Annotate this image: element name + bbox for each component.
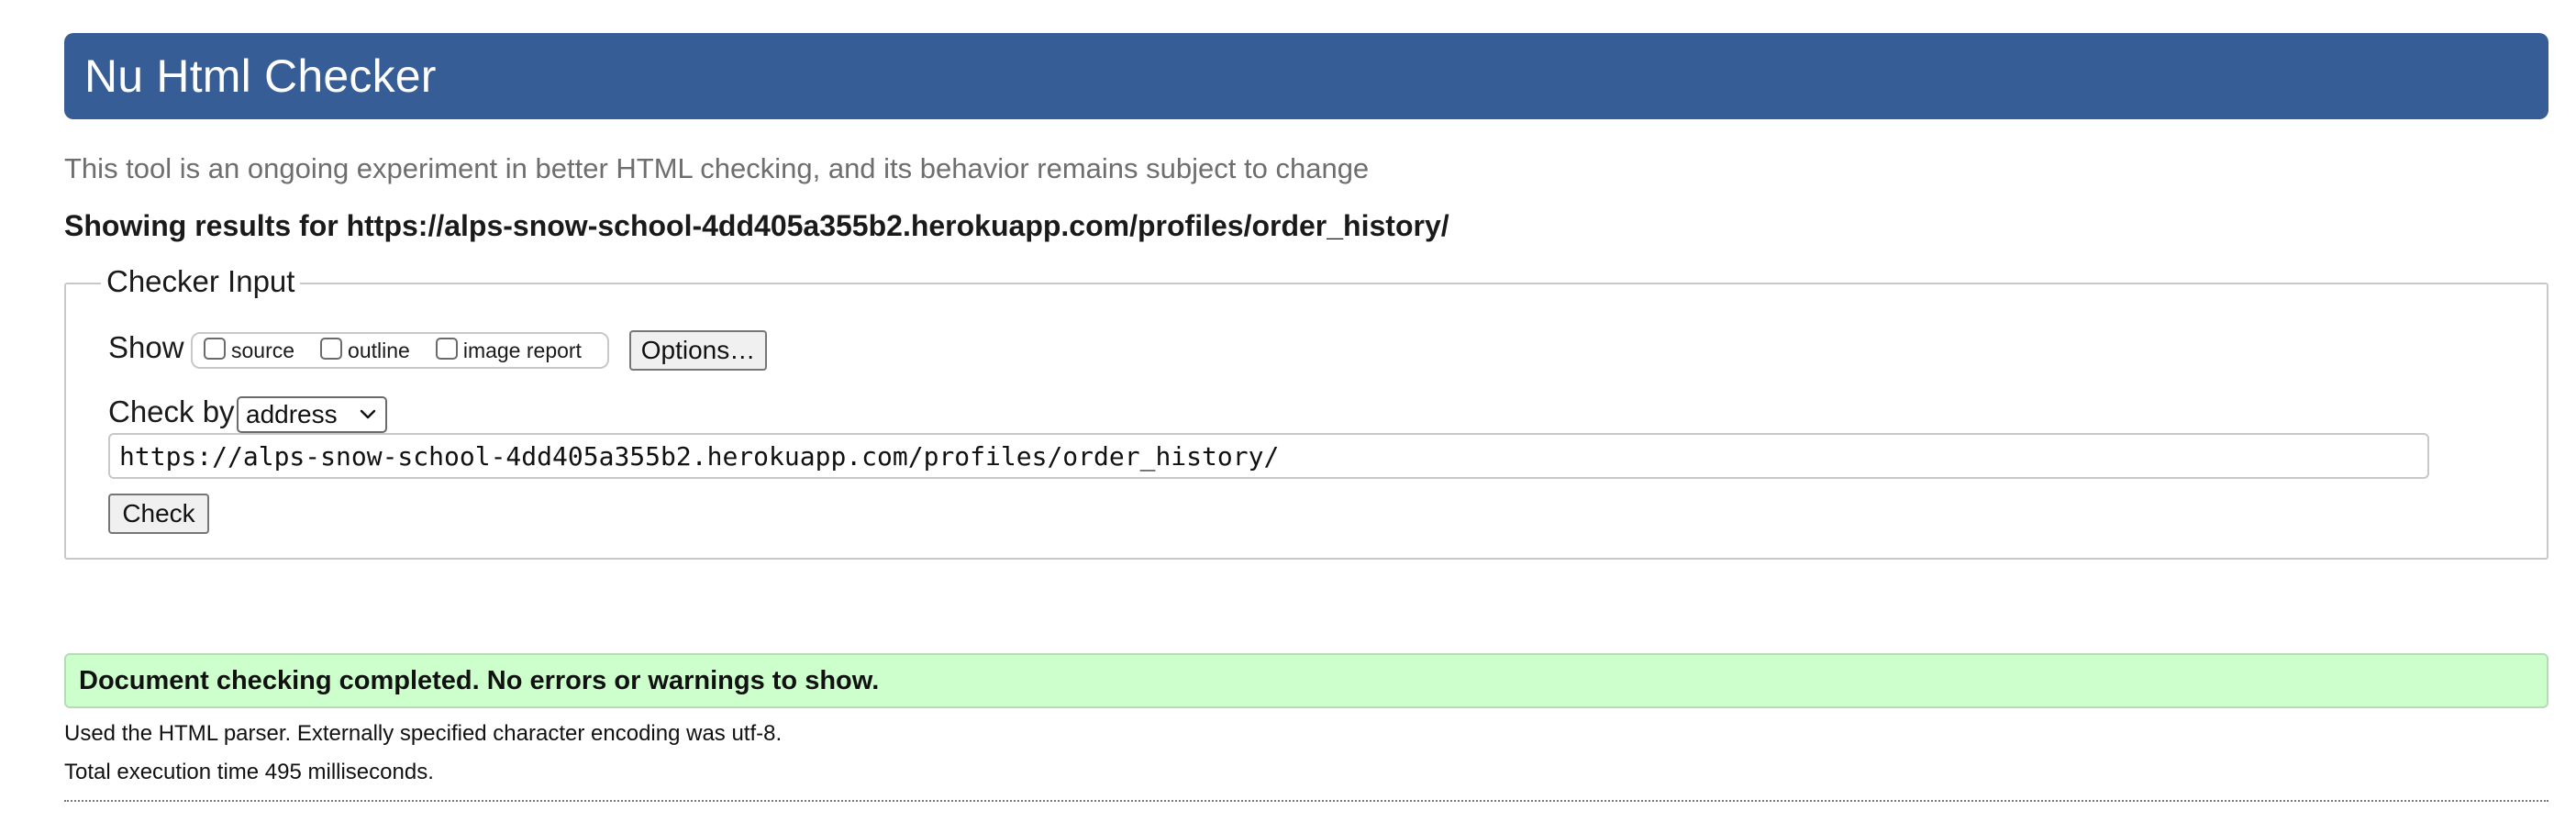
page-subtitle: This tool is an ongoing experiment in be… <box>64 152 1370 184</box>
checker-input-fieldset: Checker Input Show source outline image … <box>64 264 2548 560</box>
success-message: Document checking completed. No errors o… <box>64 653 2548 708</box>
check-by-selected-value[interactable]: address <box>246 400 338 429</box>
outline-checkbox-label[interactable]: outline <box>348 339 410 363</box>
image-report-checkbox-label[interactable]: image report <box>463 339 582 363</box>
header-banner: Nu Html Checker <box>64 33 2548 119</box>
outline-checkbox[interactable] <box>320 338 343 360</box>
checker-input-legend: Checker Input <box>101 264 301 299</box>
source-checkbox[interactable] <box>204 338 226 360</box>
show-source-option[interactable]: source <box>204 338 294 363</box>
results-heading: Showing results for https://alps-snow-sc… <box>64 209 1449 242</box>
check-by-select[interactable]: address <box>237 396 387 433</box>
parser-info: Used the HTML parser. Externally specifi… <box>64 721 783 746</box>
page: Nu Html Checker This tool is an ongoing … <box>0 0 2576 833</box>
show-label: Show <box>108 330 184 364</box>
show-image-report-option[interactable]: image report <box>435 338 582 363</box>
options-button[interactable]: Options… <box>629 330 767 371</box>
execution-time: Total execution time 495 milliseconds. <box>64 760 434 784</box>
source-checkbox-label[interactable]: source <box>231 339 294 363</box>
chevron-down-icon[interactable] <box>358 404 378 424</box>
check-by-label: Check by <box>108 394 235 428</box>
show-options-group: source outline image report <box>191 332 609 369</box>
url-input[interactable]: https://alps-snow-school-4dd405a355b2.he… <box>108 433 2429 479</box>
page-title: Nu Html Checker <box>84 50 437 102</box>
image-report-checkbox[interactable] <box>435 338 458 360</box>
show-outline-option[interactable]: outline <box>320 338 410 363</box>
dotted-divider <box>64 800 2548 802</box>
check-button[interactable]: Check <box>108 494 209 534</box>
